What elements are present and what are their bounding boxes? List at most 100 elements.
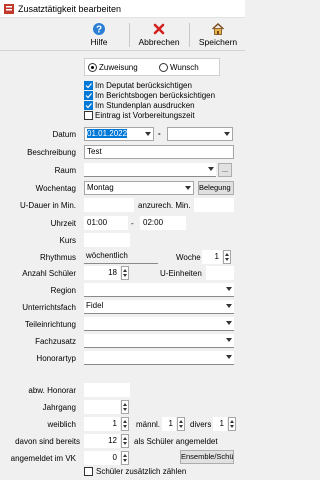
- chevron-down-icon: [208, 167, 214, 171]
- checkbox-zusaetzlich[interactable]: [84, 467, 93, 476]
- fach-value: Fidel: [86, 301, 104, 310]
- wochentag-value: Montag: [87, 183, 114, 192]
- chevron-down-icon: [226, 338, 232, 342]
- zuweisung-label: Zuweisung: [99, 63, 138, 72]
- maennl-spinner[interactable]: [177, 417, 185, 431]
- checkbox-stundenplan[interactable]: [84, 101, 93, 110]
- rhythmus-select[interactable]: wöchentlich: [84, 250, 158, 264]
- teileinrichtung-label: Teileinrichtung: [24, 320, 76, 329]
- toolbar: ? Hilfe Abbrechen Speichern: [0, 19, 245, 51]
- fachzusatz-label: Fachzusatz: [35, 337, 76, 346]
- udauer-label: U-Dauer in Min.: [19, 201, 76, 210]
- rhythmus-label: Rhythmus: [39, 253, 76, 262]
- divers-spinner[interactable]: [228, 417, 236, 431]
- abw-honorar-label: abw. Honorar: [28, 386, 76, 395]
- weiblich-input[interactable]: 1: [84, 417, 120, 431]
- woche-label: Woche: [176, 253, 201, 262]
- chevron-down-icon: [226, 304, 232, 308]
- angemeldet-vk-label: angemeldet im VK: [10, 454, 76, 463]
- davon-input[interactable]: 12: [84, 434, 120, 448]
- belegung-suchen-button[interactable]: Belegung suchen: [198, 181, 234, 195]
- chevron-down-icon: [226, 287, 232, 291]
- region-select[interactable]: [84, 283, 234, 297]
- ensemble-schueler-button[interactable]: Ensemble/Schüler: [180, 450, 234, 464]
- datum-to-field[interactable]: [167, 127, 233, 141]
- app-icon: [4, 4, 14, 14]
- udauer-input[interactable]: [84, 198, 134, 212]
- kurs-label: Kurs: [59, 236, 76, 245]
- help-icon: ?: [93, 23, 105, 36]
- stundenplan-label: Im Stundenplan ausdrucken: [95, 101, 195, 110]
- fachzusatz-select[interactable]: [84, 334, 234, 348]
- checkmark-icon: [85, 83, 92, 89]
- weiblich-spinner[interactable]: [121, 417, 129, 431]
- datum-from-value: 01.01.2022: [87, 129, 128, 138]
- davon-label: davon sind bereits: [15, 437, 80, 446]
- honorartyp-label: Honorartyp: [36, 354, 76, 363]
- als-schueler-label: als Schüler angemeldet: [134, 437, 218, 446]
- uhrzeit-to-input[interactable]: 02:00: [140, 216, 186, 230]
- cancel-button[interactable]: Abbrechen: [134, 20, 184, 50]
- checkmark-icon: [85, 103, 92, 109]
- home-icon: [212, 23, 224, 35]
- fach-label: Unterrichtsfach: [22, 303, 76, 312]
- divers-label: divers: [190, 420, 212, 429]
- save-button[interactable]: Speichern: [193, 20, 243, 50]
- chevron-down-icon: [224, 132, 230, 136]
- uhrzeit-separator: -: [131, 219, 134, 228]
- ueinheiten-input[interactable]: [206, 266, 234, 280]
- window-title: Zusatztätigkeit bearbeiten: [18, 4, 122, 14]
- checkbox-deputat[interactable]: [84, 81, 93, 90]
- chevron-down-icon: [226, 321, 232, 325]
- anzurech-input[interactable]: [194, 198, 234, 212]
- davon-spinner[interactable]: [121, 434, 129, 448]
- angemeldet-vk-spinner[interactable]: [121, 451, 129, 465]
- vorbereitungszeit-label: Eintrag ist Vorbereitungszeit: [95, 111, 195, 120]
- deputat-label: Im Deputat berücksichtigen: [95, 81, 192, 90]
- wochentag-label: Wochentag: [35, 184, 76, 193]
- honorartyp-select[interactable]: [84, 351, 234, 365]
- uhrzeit-from-input[interactable]: 01:00: [84, 216, 128, 230]
- datum-label: Datum: [52, 130, 76, 139]
- radio-zuweisung[interactable]: [88, 63, 97, 72]
- woche-spinner[interactable]: [223, 250, 231, 264]
- berichtsbogen-label: Im Berichtsbogen berücksichtigen: [95, 91, 216, 100]
- jahrgang-spinner[interactable]: [121, 400, 129, 414]
- svg-text:?: ?: [96, 25, 102, 36]
- abw-honorar-input[interactable]: [84, 383, 130, 397]
- kurs-input[interactable]: [84, 233, 130, 247]
- anzurech-label: anzurech. Min.: [138, 201, 191, 210]
- beschreibung-label: Beschreibung: [27, 148, 76, 157]
- maennl-input[interactable]: 1: [162, 417, 176, 431]
- help-button[interactable]: ? Hilfe: [82, 20, 116, 50]
- datum-from-field[interactable]: 01.01.2022: [84, 127, 154, 141]
- jahrgang-input[interactable]: [84, 400, 120, 414]
- zusaetzlich-label: Schüler zusätzlich zählen: [96, 467, 187, 476]
- divers-input[interactable]: 1: [213, 417, 227, 431]
- raum-browse-button[interactable]: ...: [218, 163, 232, 177]
- radio-wunsch[interactable]: [159, 63, 168, 72]
- fach-select[interactable]: Fidel: [84, 300, 234, 314]
- rhythmus-value: wöchentlich: [86, 251, 128, 260]
- raum-label: Raum: [54, 166, 76, 175]
- wochentag-select[interactable]: Montag: [84, 181, 194, 195]
- teileinrichtung-select[interactable]: [84, 317, 234, 331]
- checkbox-berichtsbogen[interactable]: [84, 91, 93, 100]
- jahrgang-label: Jahrgang: [42, 403, 76, 412]
- chevron-down-icon: [226, 355, 232, 359]
- angemeldet-vk-input[interactable]: 0: [84, 451, 120, 465]
- anzahl-input[interactable]: 18: [84, 266, 120, 280]
- weiblich-label: weiblich: [47, 420, 76, 429]
- chevron-down-icon: [145, 132, 151, 136]
- woche-input[interactable]: 1: [202, 250, 222, 264]
- anzahl-spinner[interactable]: [121, 266, 129, 280]
- chevron-down-icon: [185, 186, 191, 190]
- ueinheiten-label: U-Einheiten: [160, 269, 202, 278]
- close-icon: [153, 23, 165, 35]
- checkbox-vorbereitungszeit[interactable]: [84, 111, 93, 120]
- datum-separator: -: [158, 129, 161, 138]
- cancel-label: Abbrechen: [138, 37, 180, 47]
- raum-select[interactable]: [84, 163, 216, 177]
- toolbar-separator: [129, 23, 130, 47]
- beschreibung-input[interactable]: Test: [84, 145, 234, 159]
